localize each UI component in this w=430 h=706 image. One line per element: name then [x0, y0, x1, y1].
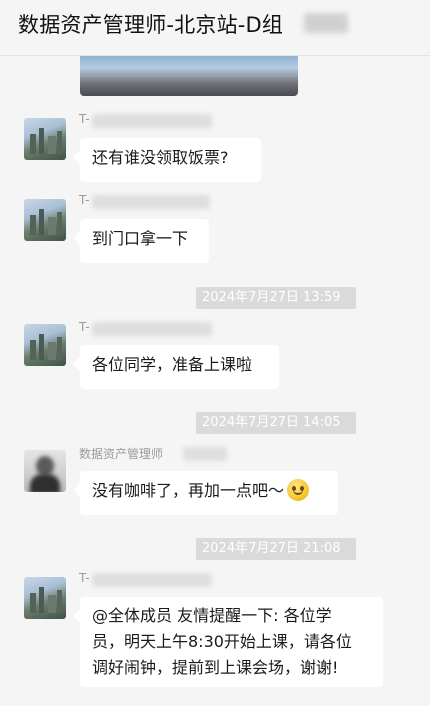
message-text: 还有谁没领取饭票? — [92, 148, 229, 167]
avatar[interactable] — [24, 324, 66, 366]
sender-name: T- — [79, 112, 90, 126]
sender-name-blurred — [92, 573, 212, 587]
message-bubble[interactable]: 到门口拿一下 — [80, 219, 209, 263]
sender-name-blurred — [183, 447, 227, 461]
timestamp: 2024年7月27日 21:08 — [196, 538, 356, 560]
chat-title[interactable]: 数据资产管理师-北京站-D组 — [18, 9, 283, 39]
message-bubble[interactable]: 还有谁没领取饭票? — [80, 138, 261, 182]
image-horizon — [80, 74, 298, 77]
message-text: @全体成员 友情提醒一下: 各位学 员，明天上午8:30开始上课，请各位 调好闹… — [92, 606, 352, 677]
message-text: 到门口拿一下 — [92, 229, 189, 248]
sender-name: T- — [79, 320, 90, 334]
avatar[interactable] — [24, 577, 66, 619]
message-bubble[interactable]: @全体成员 友情提醒一下: 各位学 员，明天上午8:30开始上课，请各位 调好闹… — [80, 597, 383, 687]
sender-name-blurred — [92, 195, 210, 209]
timestamp: 2024年7月27日 14:05 — [196, 412, 356, 434]
sender-name-blurred — [92, 114, 212, 128]
sender-name: 数据资产管理师 — [79, 447, 164, 461]
avatar[interactable] — [24, 118, 66, 160]
sender-name: T- — [79, 193, 90, 207]
avatar[interactable] — [24, 450, 66, 492]
shared-image-message[interactable] — [80, 56, 298, 96]
message-text: 没有咖啡了，再加一点吧～ — [92, 481, 285, 500]
smiley-face-icon — [287, 479, 310, 501]
chat-header: 数据资产管理师-北京站-D组 — [0, 0, 430, 56]
sender-name: T- — [79, 571, 90, 585]
avatar[interactable] — [24, 199, 66, 241]
message-bubble[interactable]: 各位同学，准备上课啦 — [80, 345, 279, 389]
sender-name-blurred — [92, 322, 212, 336]
message-text: 各位同学，准备上课啦 — [92, 355, 253, 374]
timestamp: 2024年7月27日 13:59 — [196, 287, 356, 309]
message-bubble[interactable]: 没有咖啡了，再加一点吧～ — [80, 471, 338, 515]
member-count-blurred — [304, 13, 348, 33]
